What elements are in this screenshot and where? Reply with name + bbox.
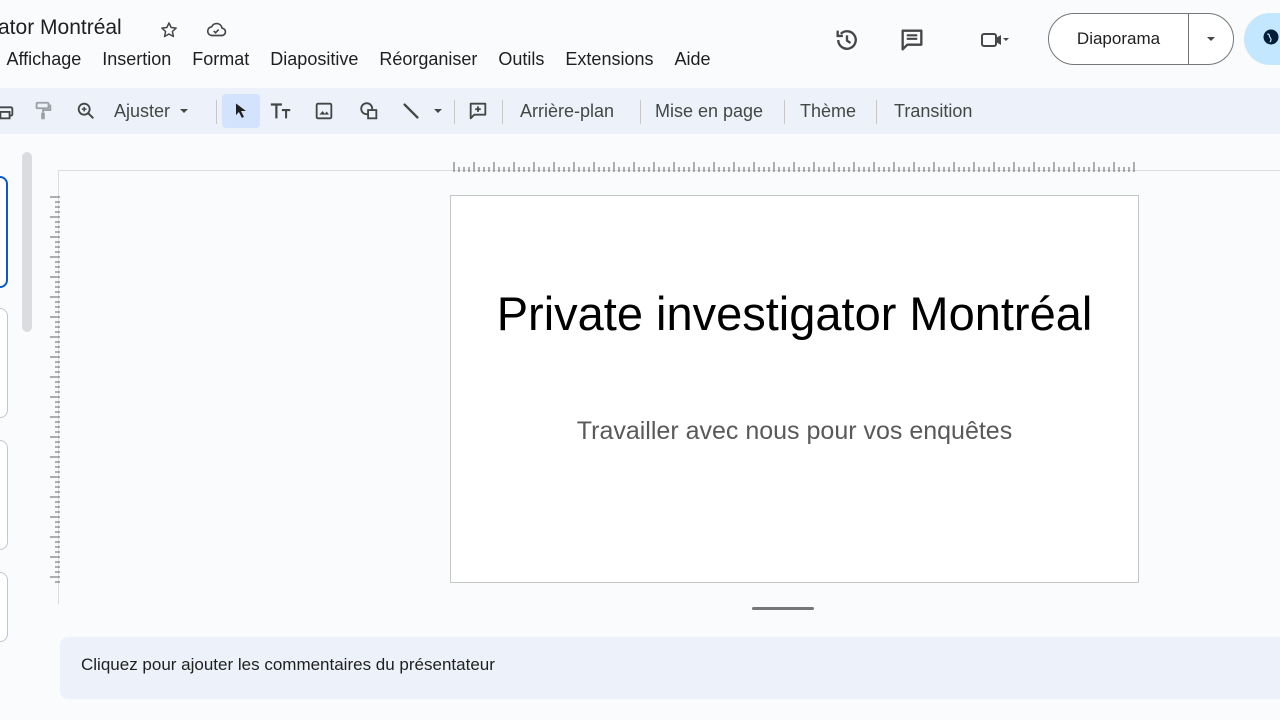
menu-aide[interactable]: Aide [664,49,721,71]
zoom-icon[interactable] [71,94,101,128]
slide-thumbnail-4[interactable] [0,572,8,642]
toolbar-divider [640,100,641,124]
layout-button[interactable]: Mise en page [647,94,771,128]
vertical-ruler[interactable] [46,196,60,584]
menu-insertion[interactable]: Insertion [92,49,182,71]
globe-icon [1262,28,1280,51]
notes-resize-handle[interactable] [752,607,814,610]
filmstrip-scrollbar[interactable] [22,152,32,332]
menu-bar: Affichage Insertion Format Diapositive R… [0,49,721,71]
menu-extensions[interactable]: Extensions [555,49,664,71]
history-icon[interactable] [827,20,867,60]
menu-affichage[interactable]: Affichage [0,49,92,71]
slide-title[interactable]: Private investigator Montréal [451,284,1138,344]
print-icon[interactable] [0,94,20,128]
image-icon[interactable] [309,94,339,128]
speaker-notes[interactable]: Cliquez pour ajouter les commentaires du… [60,637,1280,699]
transition-button[interactable]: Transition [886,94,980,128]
line-icon[interactable] [396,94,426,128]
toolbar-divider [876,100,877,124]
slide-thumbnail-2[interactable] [0,308,8,418]
slide-thumbnail-1[interactable] [0,176,8,288]
text-box-icon[interactable] [266,94,296,128]
video-camera-icon[interactable] [962,20,1026,60]
toolbar-divider [454,100,455,124]
present-button[interactable]: Diaporama [1049,14,1189,64]
shape-icon[interactable] [354,94,384,128]
slide-filmstrip [0,134,40,642]
menu-diapositive[interactable]: Diapositive [260,49,369,71]
theme-button[interactable]: Thème [792,94,864,128]
cloud-done-icon[interactable] [204,18,228,42]
comment-icon[interactable] [892,20,932,60]
transition-label: Transition [894,100,973,121]
chevron-down-icon [178,102,190,120]
share-button[interactable] [1244,13,1280,65]
horizontal-ruler[interactable] [453,158,1138,172]
chevron-down-icon[interactable] [1189,14,1233,64]
speaker-notes-placeholder: Cliquez pour ajouter les commentaires du… [81,655,495,674]
slide-canvas[interactable]: Private investigator Montréal Travailler… [450,195,1139,583]
star-icon[interactable] [157,18,181,42]
layout-label: Mise en page [655,100,764,121]
toolbar-divider [502,100,503,124]
slide-thumbnail-3[interactable] [0,440,8,550]
zoom-label: Ajuster [114,100,171,121]
select-tool-icon[interactable] [222,94,260,128]
chevron-down-icon[interactable] [428,94,448,128]
document-title[interactable]: ator Montréal [0,16,122,40]
present-button-group: Diaporama [1048,13,1234,65]
theme-label: Thème [800,100,857,121]
background-label: Arrière-plan [520,100,615,121]
toolbar: Ajuster Arrière-plan Mise en page Thème … [0,88,1280,134]
paint-format-icon[interactable] [28,94,58,128]
add-comment-icon[interactable] [463,94,493,128]
slide-subtitle[interactable]: Travailler avec nous pour vos enquêtes [451,417,1138,446]
background-button[interactable]: Arrière-plan [512,94,622,128]
top-bar: ator Montréal Affichage Insertion Format… [0,0,1280,84]
menu-format[interactable]: Format [182,49,260,71]
menu-reorganiser[interactable]: Réorganiser [369,49,488,71]
toolbar-divider [216,100,217,124]
menu-outils[interactable]: Outils [488,49,555,71]
toolbar-divider [784,100,785,124]
zoom-select[interactable]: Ajuster [106,94,190,128]
